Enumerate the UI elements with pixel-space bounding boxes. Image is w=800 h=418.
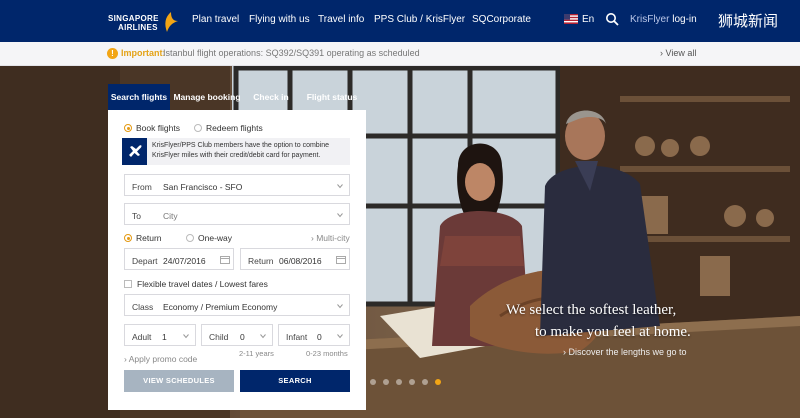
alert-label: Important: xyxy=(121,48,166,58)
login-prefix: KrisFlyer xyxy=(630,14,670,25)
bird-logo-icon xyxy=(165,12,178,32)
chevron-down-icon xyxy=(337,334,343,339)
to-field[interactable]: To City xyxy=(124,203,350,225)
from-field[interactable]: From San Francisco - SFO xyxy=(124,174,350,196)
depart-date-field[interactable]: Depart 24/07/2016 xyxy=(124,248,234,270)
carousel-dot[interactable] xyxy=(422,379,428,385)
chevron-down-icon xyxy=(337,304,343,309)
infant-value: 0 xyxy=(317,332,322,342)
chevron-down-icon xyxy=(260,334,266,339)
krisflyer-login-link[interactable]: KrisFlyer log-in xyxy=(630,14,697,25)
login-action: log-in xyxy=(672,14,697,25)
one-way-radio[interactable] xyxy=(186,234,194,242)
nav-travel-info[interactable]: Travel info xyxy=(318,14,364,25)
to-label: To xyxy=(132,211,141,221)
booking-panel: Book flights Redeem flights KrisFlyer/PP… xyxy=(108,110,366,410)
carousel-dots xyxy=(370,379,441,385)
infant-label: Infant xyxy=(286,332,308,342)
flexible-dates-label: Flexible travel dates / Lowest fares xyxy=(137,279,268,289)
from-label: From xyxy=(132,182,152,192)
calendar-icon xyxy=(336,256,346,264)
multi-city-link[interactable]: › Multi-city xyxy=(311,233,350,243)
alert-bar: ! Important: Istanbul flight operations:… xyxy=(0,42,800,66)
multi-city-label: Multi-city xyxy=(316,233,350,243)
plane-icon xyxy=(129,145,142,157)
adult-value: 1 xyxy=(162,332,167,342)
us-flag-icon[interactable] xyxy=(564,14,578,24)
class-select[interactable]: Class Economy / Premium Economy xyxy=(124,294,350,316)
redeem-flights-radio[interactable] xyxy=(194,124,202,132)
alert-icon: ! xyxy=(107,48,118,59)
language-selector[interactable]: En xyxy=(582,14,594,25)
view-schedules-button[interactable]: VIEW SCHEDULES xyxy=(124,370,234,392)
child-label: Child xyxy=(209,332,229,342)
class-label: Class xyxy=(132,302,154,312)
return-date-value: 06/08/2016 xyxy=(279,256,322,266)
chevron-down-icon xyxy=(337,213,343,218)
child-value: 0 xyxy=(240,332,245,342)
book-flights-radio[interactable] xyxy=(124,124,132,132)
redeem-flights-label: Redeem flights xyxy=(206,123,263,133)
class-value: Economy / Premium Economy xyxy=(163,302,278,312)
tab-check-in[interactable]: Check in xyxy=(246,84,296,110)
promo-code-label: Apply promo code xyxy=(128,354,198,364)
adult-label: Adult xyxy=(132,332,152,342)
hero-discover-link[interactable]: › Discover the lengths we go to xyxy=(563,347,687,357)
one-way-label: One-way xyxy=(198,233,233,243)
depart-value: 24/07/2016 xyxy=(163,256,206,266)
search-button[interactable]: SEARCH xyxy=(240,370,350,392)
flexible-dates-checkbox[interactable] xyxy=(124,280,132,288)
tab-flight-status[interactable]: Flight status xyxy=(300,84,364,110)
to-placeholder: City xyxy=(163,211,178,221)
tab-manage-booking[interactable]: Manage booking xyxy=(172,84,242,110)
return-date-label: Return xyxy=(248,256,274,266)
return-radio[interactable] xyxy=(124,234,132,242)
logo-text-line2: AIRLINES xyxy=(118,23,158,32)
nav-plan-travel[interactable]: Plan travel xyxy=(192,14,239,25)
child-select[interactable]: Child 0 xyxy=(201,324,273,346)
chevron-down-icon xyxy=(337,184,343,189)
from-value: San Francisco - SFO xyxy=(163,182,243,192)
promo-code-link[interactable]: › Apply promo code xyxy=(124,354,197,364)
info-plane-icon-box xyxy=(122,138,147,165)
watermark-text: 狮城新闻 xyxy=(718,12,779,30)
view-all-link[interactable]: › View all xyxy=(660,48,696,58)
carousel-dot-active[interactable] xyxy=(435,379,441,385)
book-flights-label: Book flights xyxy=(136,123,180,133)
view-all-label: View all xyxy=(665,48,697,58)
adult-select[interactable]: Adult 1 xyxy=(124,324,196,346)
hero-discover-label: Discover the lengths we go to xyxy=(568,347,687,357)
tab-search-flights[interactable]: Search flights xyxy=(108,84,170,110)
krisflyer-info-text: KrisFlyer/PPS Club members have the opti… xyxy=(152,142,330,159)
carousel-dot[interactable] xyxy=(383,379,389,385)
infant-select[interactable]: Infant 0 xyxy=(278,324,350,346)
krisflyer-info-box: KrisFlyer/PPS Club members have the opti… xyxy=(122,138,350,165)
hero-headline-line2: to make you feel at home. xyxy=(535,324,691,340)
return-label: Return xyxy=(136,233,162,243)
hero-headline-line1: We select the softest leather, xyxy=(506,302,677,318)
singapore-airlines-logo[interactable]: SINGAPORE AIRLINES xyxy=(106,9,182,35)
calendar-icon xyxy=(220,256,230,264)
nav-pps-club-krisflyer[interactable]: PPS Club / KrisFlyer xyxy=(374,14,465,25)
nav-flying-with-us[interactable]: Flying with us xyxy=(249,14,310,25)
nav-sqcorporate[interactable]: SQCorporate xyxy=(472,14,531,25)
depart-label: Depart xyxy=(132,256,158,266)
return-date-field[interactable]: Return 06/08/2016 xyxy=(240,248,350,270)
logo-text-line1: SINGAPORE xyxy=(108,14,159,23)
child-age-note: 2-11 years xyxy=(239,349,274,358)
search-icon[interactable] xyxy=(605,12,619,26)
carousel-dot[interactable] xyxy=(370,379,376,385)
alert-message-link[interactable]: Istanbul flight operations: SQ392/SQ391 … xyxy=(163,48,420,58)
carousel-dot[interactable] xyxy=(409,379,415,385)
booking-tabs: Search flights Manage booking Check in F… xyxy=(108,84,366,110)
top-navigation: SINGAPORE AIRLINES Plan travel Flying wi… xyxy=(0,0,800,42)
infant-age-note: 0-23 months xyxy=(306,349,348,358)
carousel-dot[interactable] xyxy=(396,379,402,385)
chevron-down-icon xyxy=(183,334,189,339)
